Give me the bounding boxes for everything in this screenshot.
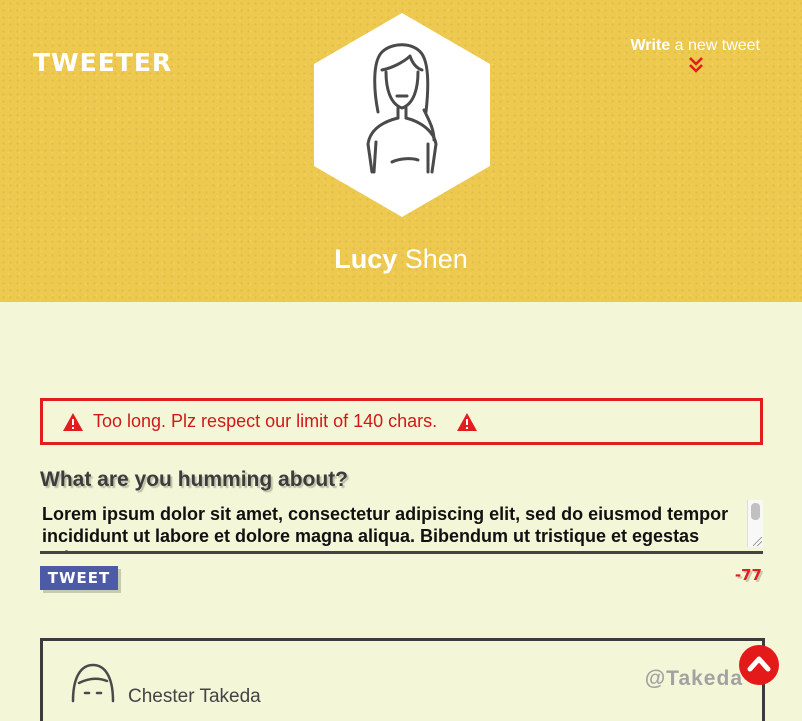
textarea-scrollbar[interactable] <box>747 500 763 547</box>
error-alert: Too long. Plz respect our limit of 140 c… <box>40 398 763 445</box>
tweet-author-handle[interactable]: @Takeda <box>645 667 743 691</box>
scrollbar-thumb[interactable] <box>751 503 760 520</box>
compose-label: What are you humming about? <box>40 468 348 491</box>
profile-avatar <box>312 12 492 218</box>
char-counter: -77 <box>734 566 762 584</box>
error-message: Too long. Plz respect our limit of 140 c… <box>93 411 438 431</box>
profile-header: TWEETER Write a new tweet Lucy Shen <box>0 0 802 302</box>
scroll-to-top-button[interactable] <box>739 645 779 685</box>
profile-name: Lucy Shen <box>0 244 802 275</box>
write-link-rest: a new tweet <box>670 37 760 54</box>
tweet-text: Lorem ipsum dolor sit amet, consectetur … <box>42 504 729 551</box>
profile-last-name: Shen <box>397 244 468 274</box>
tweet-card: Chester Takeda @Takeda <box>40 638 765 721</box>
write-link-bold: Write <box>630 37 671 54</box>
tweet-textarea[interactable]: Lorem ipsum dolor sit amet, consectetur … <box>40 500 763 554</box>
warning-triangle-icon <box>63 412 83 431</box>
avatar-hexagon <box>314 13 490 217</box>
profile-first-name: Lucy <box>334 244 398 274</box>
chevron-up-icon <box>747 656 771 672</box>
double-chevron-down-icon[interactable] <box>688 56 704 74</box>
resize-grip-icon[interactable] <box>753 537 762 546</box>
warning-triangle-icon <box>457 412 478 431</box>
tweet-author-name: Chester Takeda <box>128 686 261 707</box>
app-logo[interactable]: TWEETER <box>33 48 172 77</box>
user-avatar-icon <box>71 663 115 703</box>
write-new-tweet-link[interactable]: Write a new tweet <box>630 37 760 55</box>
tweet-button[interactable]: TWEET <box>40 566 118 590</box>
